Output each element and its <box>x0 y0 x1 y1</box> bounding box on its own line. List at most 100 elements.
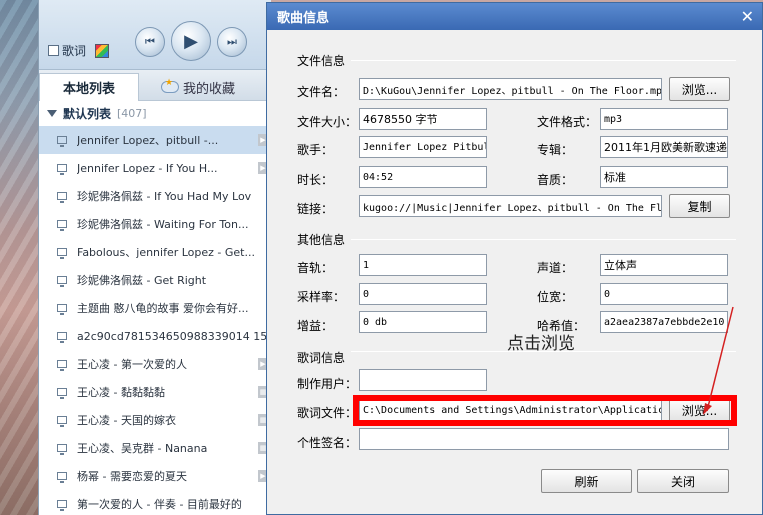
song-icon <box>57 136 67 147</box>
collapse-triangle-icon[interactable] <box>47 109 57 117</box>
samplerate-field[interactable]: 0 <box>359 283 487 305</box>
samplerate-label: 采样率： <box>297 290 346 304</box>
list-item[interactable]: 杨幂 - 需要恋爱的夏天 ▶ <box>39 462 271 490</box>
singer-label: 歌手： <box>297 143 334 157</box>
annotation-arrow-icon <box>703 306 734 415</box>
song-title: 第一次爱的人 - 伴奏 - 目前最好的 <box>77 498 242 511</box>
skin-color-icon[interactable] <box>95 43 110 58</box>
bitwidth-label: 位宽： <box>537 290 574 304</box>
duration-field[interactable]: 04:52 <box>359 166 487 188</box>
tab-favorites[interactable]: 我的收藏 <box>143 73 253 101</box>
song-icon <box>57 472 67 483</box>
song-icon <box>57 304 67 315</box>
list-item[interactable]: 王心凌、吴克群 - Nanana ▦ <box>39 434 271 462</box>
song-icon <box>57 360 67 371</box>
lyrics-toggle[interactable]: 歌词 <box>48 42 110 59</box>
annotation-text: 点击浏览 <box>507 334 575 354</box>
list-item[interactable]: 王心凌 - 黏黏黏黏 ▦ <box>39 378 271 406</box>
singer-field[interactable]: Jennifer Lopez Pitbul <box>359 136 487 158</box>
playlist-title: 默认列表 <box>63 106 112 121</box>
song-title: Jennifer Lopez、pitbull -... <box>77 134 219 147</box>
song-list: Jennifer Lopez、pitbull -... ▶ Jennifer Lo… <box>39 126 271 515</box>
copy-button[interactable]: 复制 <box>669 194 730 218</box>
song-icon <box>57 500 67 511</box>
lyrics-label: 歌词 <box>62 44 87 58</box>
list-item[interactable]: a2c90cd781534650988339014 15bbb7c <box>39 322 271 350</box>
song-title: 珍妮佛洛佩兹 - Get Right <box>77 274 207 287</box>
song-title: Fabolous、jennifer Lopez - Get... <box>77 246 255 259</box>
annotation-highlight-box <box>353 395 737 426</box>
play-icon: ▶ <box>184 30 198 52</box>
song-icon <box>57 220 67 231</box>
playlist-count: [407] <box>117 106 147 120</box>
playlist-header[interactable]: 默认列表 [407] <box>39 102 271 124</box>
close-button[interactable]: 关闭 <box>637 469 729 493</box>
quality-field[interactable]: 标准 <box>600 166 728 188</box>
list-item[interactable]: 王心凌 - 天国的嫁衣 ▦ <box>39 406 271 434</box>
album-label: 专辑： <box>537 143 574 157</box>
signature-field[interactable] <box>359 428 729 450</box>
list-item[interactable]: 珍妮佛洛佩兹 - Get Right <box>39 266 271 294</box>
song-title: 王心凌、吴克群 - Nanana <box>77 442 208 455</box>
link-label: 链接： <box>297 202 334 216</box>
filename-field[interactable]: D:\KuGou\Jennifer Lopez、pitbull - On The… <box>359 78 662 100</box>
format-label: 文件格式： <box>537 115 598 129</box>
previous-track-button[interactable]: ⏮ <box>135 27 165 57</box>
link-field[interactable]: kugoo://|Music|Jennifer Lopez、pitbull - … <box>359 195 662 217</box>
lyrics-checkbox[interactable] <box>48 45 59 56</box>
section-file-info: 文件信息 <box>297 54 346 68</box>
tab-favorites-label: 我的收藏 <box>182 81 235 97</box>
bitwidth-field[interactable]: 0 <box>600 283 728 305</box>
refresh-button[interactable]: 刷新 <box>541 469 632 493</box>
next-track-button[interactable]: ⏭ <box>217 27 247 57</box>
filesize-label: 文件大小： <box>297 115 358 129</box>
section-other-info: 其他信息 <box>297 233 346 247</box>
list-item[interactable]: 王心凌 - 第一次爱的人 ▶ <box>39 350 271 378</box>
song-icon <box>57 332 67 343</box>
tab-local-list[interactable]: 本地列表 <box>39 73 139 101</box>
format-field[interactable]: mp3 <box>600 108 728 130</box>
list-item[interactable]: 珍妮佛洛佩兹 - If You Had My Lov <box>39 182 271 210</box>
lyricfile-label: 歌词文件： <box>297 406 358 420</box>
song-title: 王心凌 - 黏黏黏黏 <box>77 386 165 399</box>
album-field[interactable]: 2011年1月欧美新歌速递 <box>600 136 728 158</box>
next-icon: ⏭ <box>227 35 237 48</box>
list-item[interactable]: 主题曲 憨八龟的故事 爱你会有好... <box>39 294 271 322</box>
list-item[interactable]: Fabolous、jennifer Lopez - Get... <box>39 238 271 266</box>
track-field[interactable]: 1 <box>359 254 487 276</box>
song-title: 珍妮佛洛佩兹 - If You Had My Lov <box>77 190 252 203</box>
signature-label: 个性签名： <box>297 436 358 450</box>
previous-icon: ⏮ <box>145 35 155 48</box>
dialog-title: 歌曲信息 <box>277 11 330 26</box>
browse-file-button[interactable]: 浏览... <box>669 77 730 101</box>
channel-label: 声道： <box>537 261 574 275</box>
list-item[interactable]: 第一次爱的人 - 伴奏 - 目前最好的 <box>39 490 271 515</box>
dialog-titlebar[interactable]: 歌曲信息 ✕ <box>267 3 762 30</box>
song-icon <box>57 192 67 203</box>
list-item[interactable]: 珍妮佛洛佩兹 - Waiting For Ton... <box>39 210 271 238</box>
music-player-window: 歌词 ⏮ ▶ ⏭ 本地列表 我的收藏 默认列表 [407] Jennifer L… <box>38 0 271 515</box>
song-title: 王心凌 - 第一次爱的人 <box>77 358 187 371</box>
gain-field[interactable]: 0 db <box>359 311 487 333</box>
song-title: 主题曲 憨八龟的故事 爱你会有好... <box>77 302 249 315</box>
divider <box>351 60 736 61</box>
song-icon <box>57 444 67 455</box>
cloud-favorite-icon <box>160 78 179 93</box>
song-title: 珍妮佛洛佩兹 - Waiting For Ton... <box>77 218 249 231</box>
close-icon[interactable]: ✕ <box>741 7 754 26</box>
song-title: a2c90cd781534650988339014 15bbb7c <box>77 329 271 343</box>
duration-label: 时长： <box>297 173 334 187</box>
channel-field[interactable]: 立体声 <box>600 254 728 276</box>
song-info-dialog: 歌曲信息 ✕ 文件信息 文件名： D:\KuGou\Jennifer Lopez… <box>266 2 763 515</box>
playlist-tabs: 本地列表 我的收藏 <box>39 70 271 101</box>
song-icon <box>57 164 67 175</box>
play-button[interactable]: ▶ <box>171 21 211 61</box>
list-item[interactable]: Jennifer Lopez - If You H... ▶ <box>39 154 271 182</box>
song-icon <box>57 248 67 259</box>
filesize-field[interactable]: 4678550 字节 <box>359 108 487 130</box>
song-title: 杨幂 - 需要恋爱的夏天 <box>77 470 187 483</box>
list-item[interactable]: Jennifer Lopez、pitbull -... ▶ <box>39 126 271 154</box>
author-field[interactable] <box>359 369 487 391</box>
author-label: 制作用户： <box>297 377 358 391</box>
track-label: 音轨： <box>297 261 334 275</box>
